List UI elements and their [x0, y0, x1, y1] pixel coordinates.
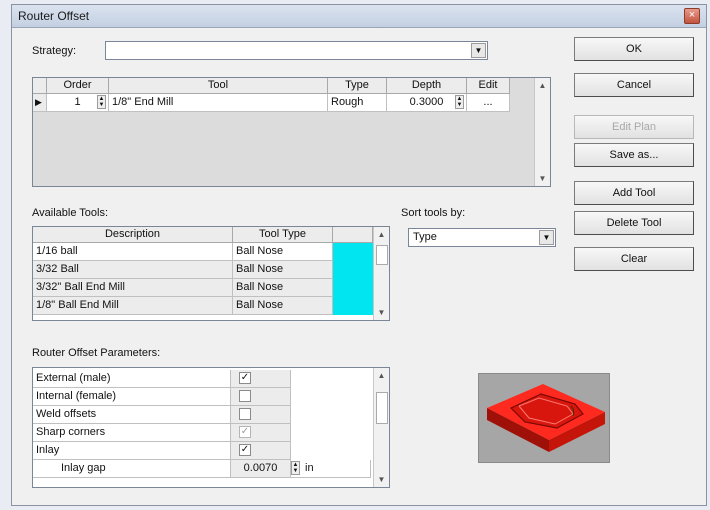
row-indicator-icon: ▶	[33, 94, 47, 112]
scroll-down-icon[interactable]: ▼	[374, 472, 389, 487]
preview-image	[478, 373, 610, 463]
tool-type: Ball Nose	[233, 279, 333, 297]
strategy-label: Strategy:	[32, 45, 77, 57]
tools-scrollbar[interactable]: ▲ ▼	[373, 227, 389, 320]
param-name: External (male)	[33, 370, 231, 388]
available-tools-label: Available Tools:	[32, 207, 109, 219]
add-tool-button[interactable]: Add Tool	[574, 181, 694, 205]
external-checkbox[interactable]: ✓	[239, 372, 251, 384]
order-value: 1	[74, 96, 81, 108]
param-name: Internal (female)	[33, 388, 231, 406]
param-value: ✓	[231, 424, 291, 442]
param-name: Weld offsets	[33, 406, 231, 424]
scroll-thumb[interactable]	[376, 245, 388, 265]
clear-button[interactable]: Clear	[574, 247, 694, 271]
sort-tools-label: Sort tools by:	[401, 207, 466, 219]
parameters-scrollbar[interactable]: ▲ ▼	[373, 368, 389, 487]
order-cell[interactable]: 1 ▲ ▼	[47, 94, 109, 112]
column-header-edit[interactable]: Edit	[467, 78, 510, 94]
sort-tools-dropdown[interactable]: Type ▼	[408, 228, 556, 247]
title-bar: Router Offset ×	[12, 5, 706, 28]
depth-spinner-icon[interactable]: ▲ ▼	[455, 95, 464, 109]
edit-plan-button[interactable]: Edit Plan	[574, 115, 694, 139]
depth-value: 0.3000	[409, 96, 444, 108]
row-header-corner	[33, 78, 47, 94]
inlay-checkbox[interactable]: ✓	[239, 444, 251, 456]
toolpath-scrollbar[interactable]: ▲ ▼	[534, 78, 550, 186]
toolpath-table: Order Tool Type Depth Edit ▶ 1 ▲ ▼ 1/8" E…	[32, 77, 551, 187]
column-header-description[interactable]: Description	[33, 227, 233, 243]
order-spinner-icon[interactable]: ▲ ▼	[97, 95, 106, 109]
router-offset-preview-icon	[487, 384, 605, 452]
scroll-up-icon[interactable]: ▲	[535, 78, 550, 93]
column-header-tool-type[interactable]: Tool Type	[233, 227, 333, 243]
inlay-gap-unit-cell: ▲ ▼ in	[291, 460, 371, 478]
close-icon[interactable]: ×	[684, 8, 700, 24]
column-header-type[interactable]: Type	[328, 78, 387, 94]
cancel-button[interactable]: Cancel	[574, 73, 694, 97]
scroll-thumb[interactable]	[376, 392, 388, 424]
sort-value: Type	[413, 231, 437, 243]
type-cell[interactable]: Rough	[328, 94, 387, 112]
parameters-grid: External (male) ✓ Internal (female) Weld…	[32, 367, 390, 488]
strategy-dropdown[interactable]: ▼	[105, 41, 488, 60]
scroll-down-icon[interactable]: ▼	[374, 305, 389, 320]
param-value	[231, 406, 291, 424]
tool-description: 3/32" Ball End Mill	[33, 279, 233, 297]
chevron-down-icon[interactable]: ▼	[539, 230, 554, 245]
param-name: Inlay	[33, 442, 231, 460]
tool-type: Ball Nose	[233, 297, 333, 315]
tool-description: 3/32 Ball	[33, 261, 233, 279]
internal-checkbox[interactable]	[239, 390, 251, 402]
parameters-label: Router Offset Parameters:	[32, 347, 161, 359]
tool-cell[interactable]: 1/8" End Mill	[109, 94, 328, 112]
router-offset-dialog: Router Offset × Strategy: ▼ Order Tool T…	[11, 4, 707, 506]
tool-color-swatch	[333, 243, 373, 315]
column-header-order[interactable]: Order	[47, 78, 109, 94]
tool-description: 1/16 ball	[33, 243, 233, 261]
inlay-gap-unit: in	[305, 462, 314, 474]
column-header-color[interactable]	[333, 227, 373, 243]
window-title: Router Offset	[18, 9, 90, 23]
weld-offsets-checkbox[interactable]	[239, 408, 251, 420]
save-as-button[interactable]: Save as...	[574, 143, 694, 167]
param-name: Sharp corners	[33, 424, 231, 442]
sharp-corners-checkbox[interactable]: ✓	[239, 426, 251, 438]
available-tools-list: Description Tool Type 1/16 ball Ball Nos…	[32, 226, 390, 321]
column-header-depth[interactable]: Depth	[387, 78, 467, 94]
inlay-gap-value[interactable]: 0.0070	[231, 460, 291, 478]
tool-type: Ball Nose	[233, 261, 333, 279]
delete-tool-button[interactable]: Delete Tool	[574, 211, 694, 235]
chevron-down-icon[interactable]: ▼	[471, 43, 486, 58]
tool-description: 1/8" Ball End Mill	[33, 297, 233, 315]
scroll-up-icon[interactable]: ▲	[374, 368, 389, 383]
ok-button[interactable]: OK	[574, 37, 694, 61]
param-value	[231, 388, 291, 406]
inlay-gap-spinner-icon[interactable]: ▲ ▼	[291, 461, 300, 475]
scroll-down-icon[interactable]: ▼	[535, 171, 550, 186]
param-value: ✓	[231, 442, 291, 460]
depth-cell[interactable]: 0.3000 ▲ ▼	[387, 94, 467, 112]
scroll-up-icon[interactable]: ▲	[374, 227, 389, 242]
tool-type: Ball Nose	[233, 243, 333, 261]
param-name: Inlay gap	[33, 460, 231, 478]
param-value: ✓	[231, 370, 291, 388]
column-header-tool[interactable]: Tool	[109, 78, 328, 94]
edit-cell[interactable]: ...	[467, 94, 510, 112]
